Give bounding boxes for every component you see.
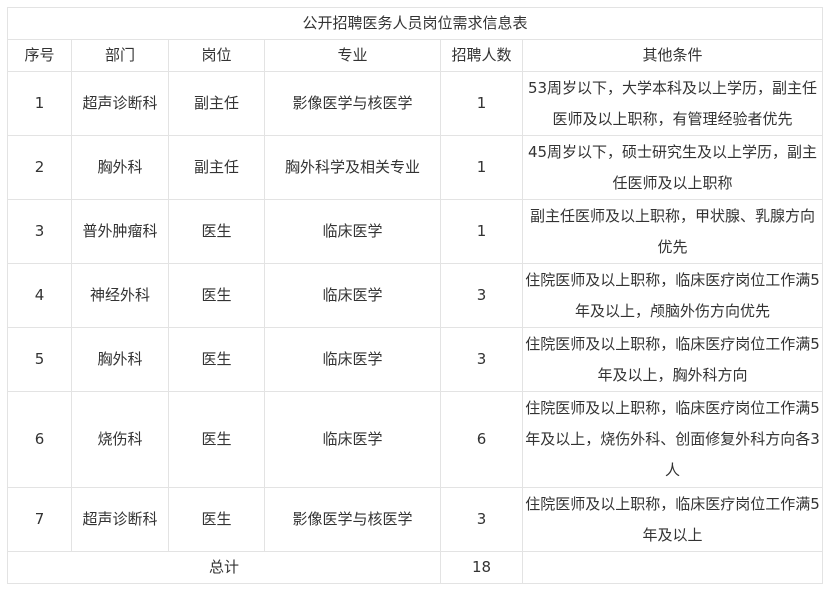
table-row: 7 超声诊断科 医生 影像医学与核医学 3 住院医师及以上职称，临床医疗岗位工作… [7, 487, 823, 552]
cell-dept: 胸外科 [71, 327, 169, 392]
header-cell-conditions: 其他条件 [522, 39, 823, 72]
cell-post: 医生 [168, 487, 265, 552]
header-cell-major: 专业 [264, 39, 441, 72]
table-title: 公开招聘医务人员岗位需求信息表 [7, 7, 823, 40]
cell-major: 临床医学 [264, 327, 441, 392]
cell-no: 4 [7, 263, 72, 328]
cell-dept: 超声诊断科 [71, 487, 169, 552]
cell-major: 影像医学与核医学 [264, 71, 441, 136]
header-cell-dept: 部门 [71, 39, 169, 72]
total-count: 18 [440, 551, 523, 584]
cell-conditions: 副主任医师及以上职称，甲状腺、乳腺方向优先 [522, 199, 823, 264]
header-row: 序号 部门 岗位 专业 招聘人数 其他条件 [7, 39, 823, 72]
cell-count: 1 [440, 135, 523, 200]
cell-no: 7 [7, 487, 72, 552]
cell-conditions: 住院医师及以上职称，临床医疗岗位工作满5年及以上 [522, 487, 823, 552]
cell-no: 2 [7, 135, 72, 200]
cell-count: 3 [440, 263, 523, 328]
cell-count: 1 [440, 199, 523, 264]
header-cell-no: 序号 [7, 39, 72, 72]
cell-dept: 神经外科 [71, 263, 169, 328]
table-row: 1 超声诊断科 副主任 影像医学与核医学 1 53周岁以下，大学本科及以上学历，… [7, 71, 823, 136]
cell-dept: 胸外科 [71, 135, 169, 200]
cell-post: 医生 [168, 327, 265, 392]
cell-count: 3 [440, 327, 523, 392]
table-row: 4 神经外科 医生 临床医学 3 住院医师及以上职称，临床医疗岗位工作满5年及以… [7, 263, 823, 328]
cell-conditions: 53周岁以下，大学本科及以上学历，副主任医师及以上职称，有管理经验者优先 [522, 71, 823, 136]
total-label: 总计 [7, 551, 441, 584]
cell-post: 副主任 [168, 71, 265, 136]
header-cell-post: 岗位 [168, 39, 265, 72]
cell-no: 5 [7, 327, 72, 392]
cell-no: 6 [7, 391, 72, 488]
cell-major: 影像医学与核医学 [264, 487, 441, 552]
total-empty-cell [522, 551, 823, 584]
total-row: 总计 18 [7, 551, 823, 584]
table-container: 公开招聘医务人员岗位需求信息表 序号 部门 岗位 专业 招聘人数 其他条件 1 … [7, 7, 823, 584]
cell-no: 1 [7, 71, 72, 136]
cell-dept: 烧伤科 [71, 391, 169, 488]
cell-major: 临床医学 [264, 391, 441, 488]
cell-conditions: 45周岁以下，硕士研究生及以上学历，副主任医师及以上职称 [522, 135, 823, 200]
recruitment-table: 公开招聘医务人员岗位需求信息表 序号 部门 岗位 专业 招聘人数 其他条件 1 … [7, 7, 823, 584]
cell-post: 医生 [168, 391, 265, 488]
cell-post: 医生 [168, 263, 265, 328]
header-cell-count: 招聘人数 [440, 39, 523, 72]
table-row: 6 烧伤科 医生 临床医学 6 住院医师及以上职称，临床医疗岗位工作满5年及以上… [7, 391, 823, 488]
cell-major: 胸外科学及相关专业 [264, 135, 441, 200]
cell-post: 副主任 [168, 135, 265, 200]
cell-conditions: 住院医师及以上职称，临床医疗岗位工作满5年及以上，颅脑外伤方向优先 [522, 263, 823, 328]
cell-conditions: 住院医师及以上职称，临床医疗岗位工作满5年及以上，胸外科方向 [522, 327, 823, 392]
cell-conditions: 住院医师及以上职称，临床医疗岗位工作满5年及以上，烧伤外科、创面修复外科方向各3… [522, 391, 823, 488]
cell-major: 临床医学 [264, 263, 441, 328]
table-row: 3 普外肿瘤科 医生 临床医学 1 副主任医师及以上职称，甲状腺、乳腺方向优先 [7, 199, 823, 264]
cell-major: 临床医学 [264, 199, 441, 264]
cell-count: 1 [440, 71, 523, 136]
cell-no: 3 [7, 199, 72, 264]
cell-dept: 普外肿瘤科 [71, 199, 169, 264]
table-row: 2 胸外科 副主任 胸外科学及相关专业 1 45周岁以下，硕士研究生及以上学历，… [7, 135, 823, 200]
cell-dept: 超声诊断科 [71, 71, 169, 136]
cell-count: 3 [440, 487, 523, 552]
cell-post: 医生 [168, 199, 265, 264]
table-row: 5 胸外科 医生 临床医学 3 住院医师及以上职称，临床医疗岗位工作满5年及以上… [7, 327, 823, 392]
cell-count: 6 [440, 391, 523, 488]
